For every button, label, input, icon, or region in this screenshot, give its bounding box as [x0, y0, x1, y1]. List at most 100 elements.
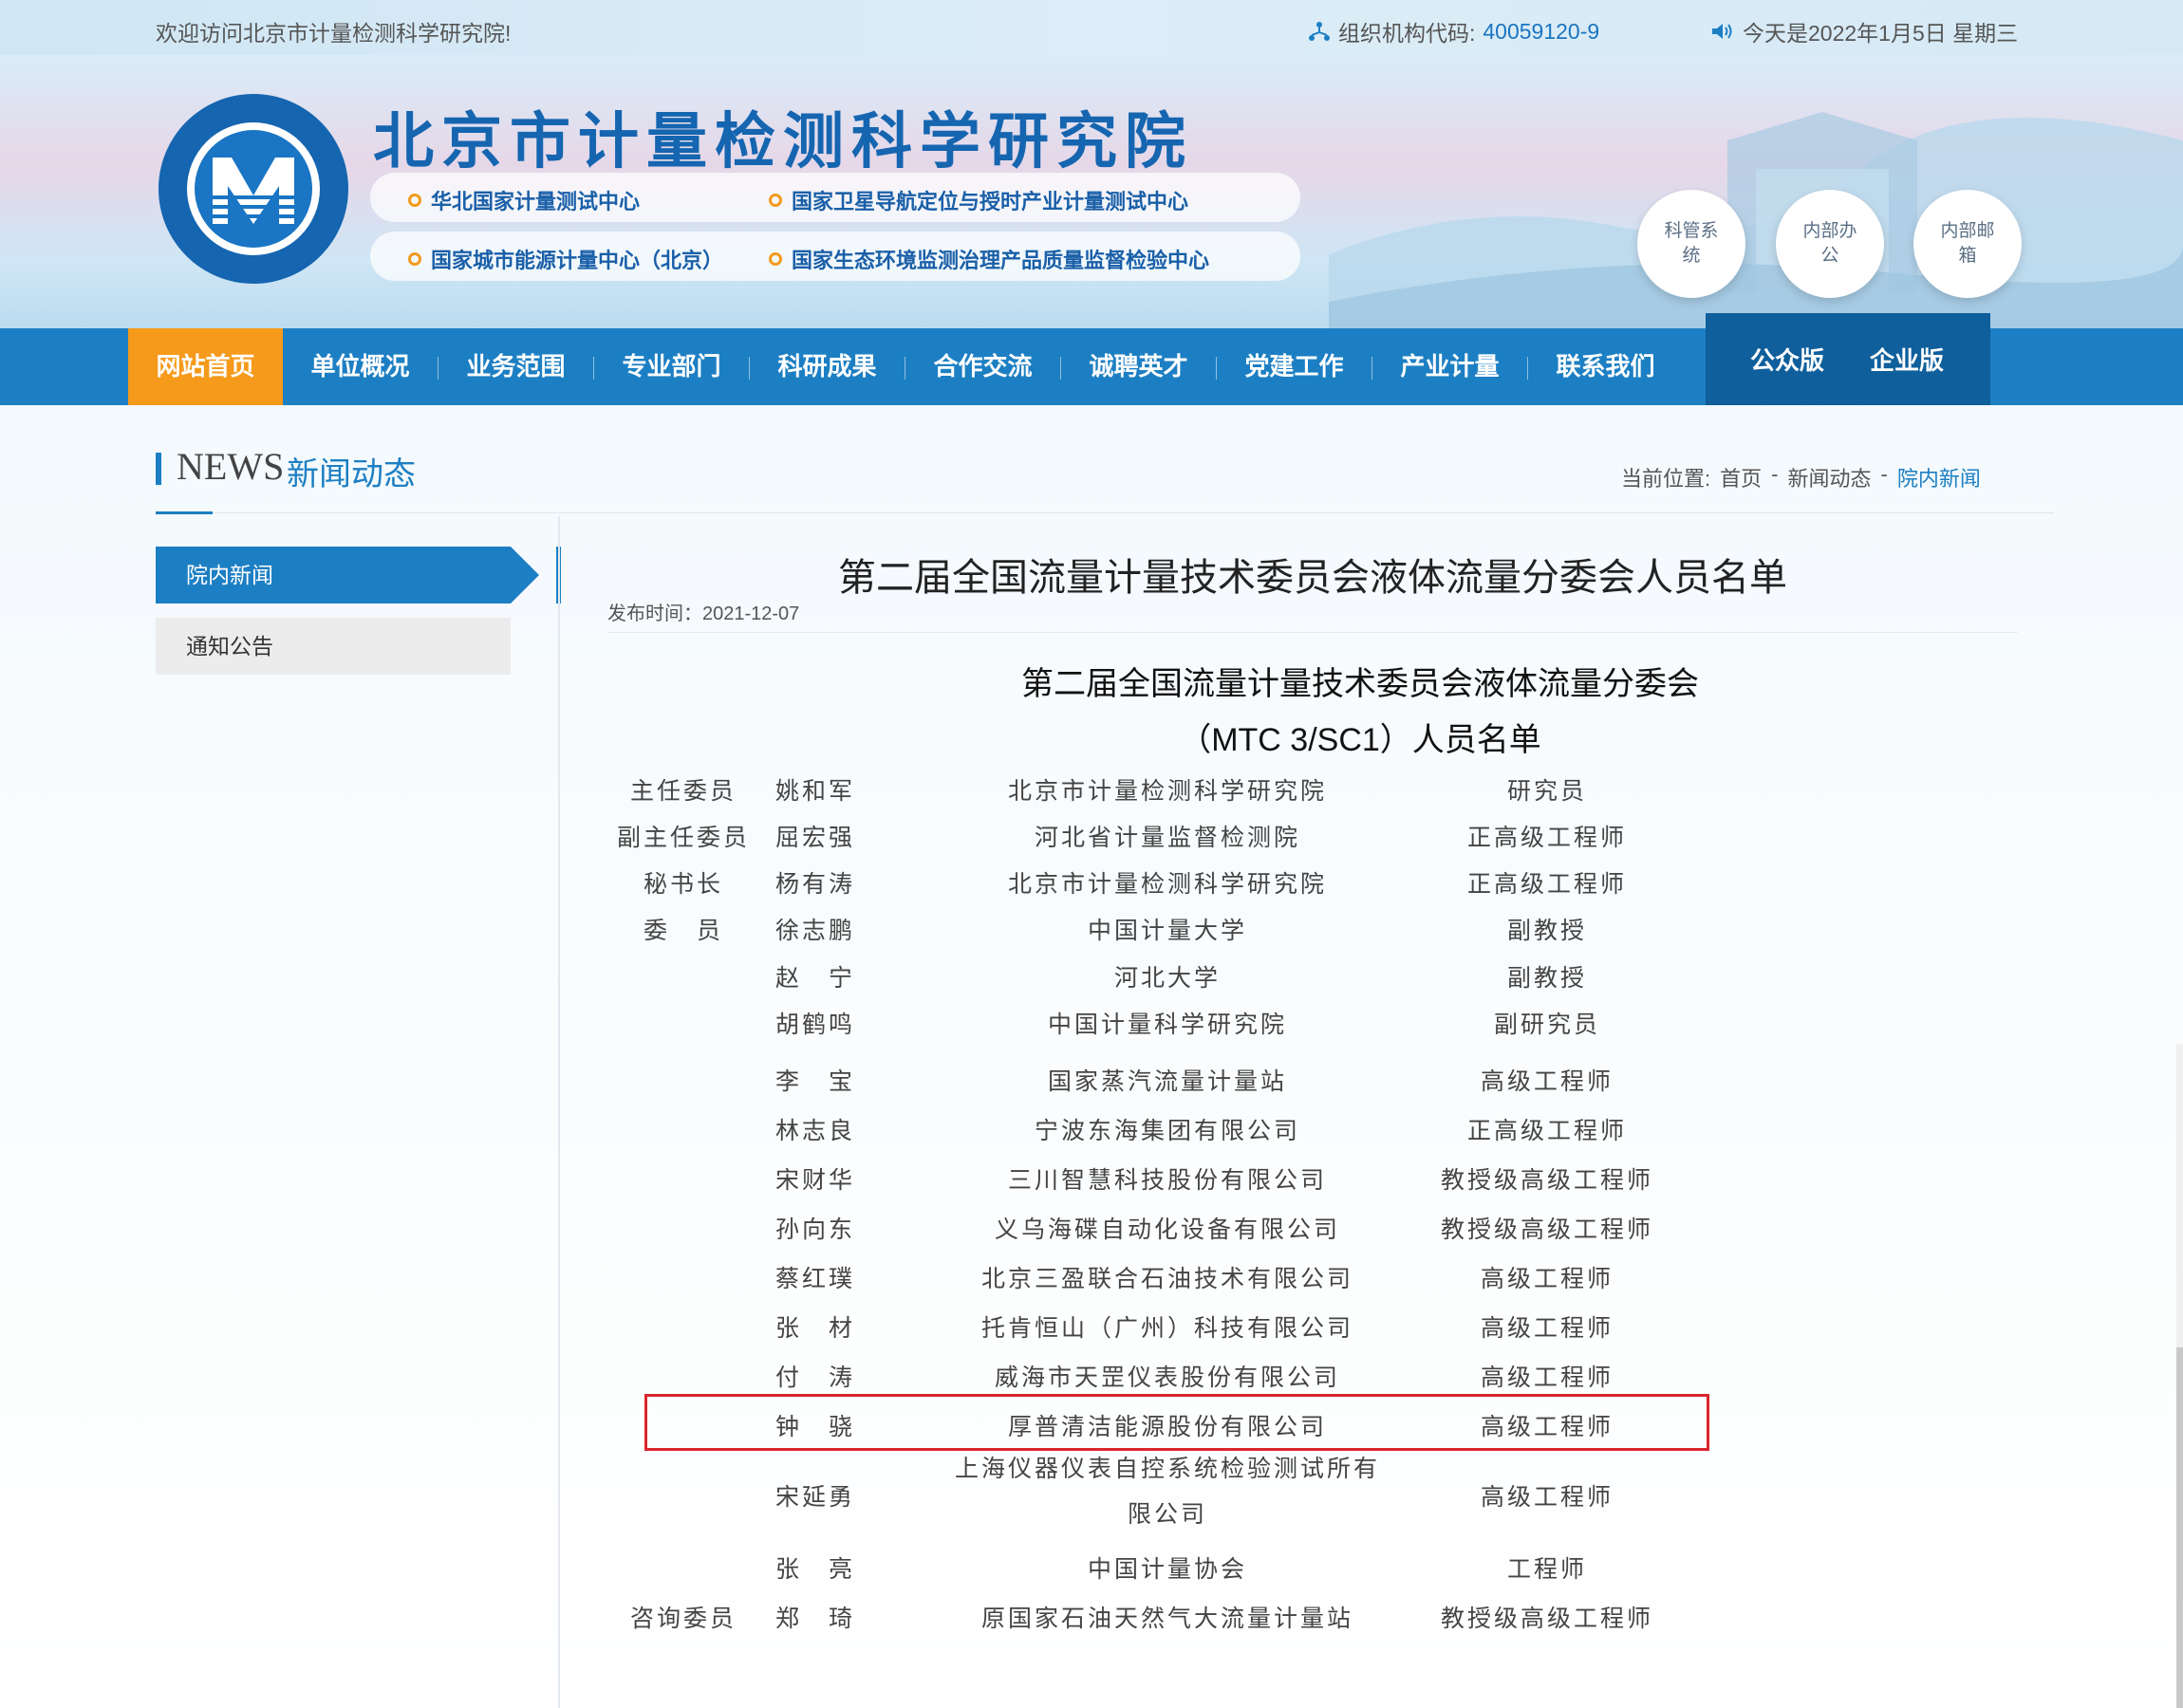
name-cell: 张 材 — [774, 1314, 855, 1342]
breadcrumb-news[interactable]: 新闻动态 — [1787, 462, 1871, 492]
highlighted-row-box — [644, 1394, 1709, 1451]
bullet-icon — [769, 252, 782, 266]
name-cell: 赵 宁 — [774, 964, 855, 992]
page: 欢迎访问北京市计量检测科学研究院! 组织机构代码: 40059120-9 今天是… — [0, 0, 2183, 1708]
center-label: 国家卫星导航定位与授时产业计量测试中心 — [792, 190, 1189, 214]
research-system-button[interactable]: 科管系统 — [1637, 190, 1745, 298]
breadcrumb-separator: - — [1771, 462, 1779, 486]
section-title-cn: 新闻动态 — [287, 456, 416, 492]
nav-research[interactable]: 科研成果 — [750, 328, 905, 405]
title-cell: 教授级高级工程师 — [1440, 1605, 1653, 1632]
role-cell: 委 员 — [643, 917, 723, 944]
title-cell: 高级工程师 — [1480, 1483, 1614, 1511]
nav-business[interactable]: 业务范围 — [438, 328, 593, 405]
welcome-text: 欢迎访问北京市计量检测科学研究院! — [156, 21, 512, 46]
article-heading-line1: 第二届全国流量计量技术委员会液体流量分委会 — [1021, 666, 1699, 702]
breadcrumb-separator: - — [1880, 462, 1888, 486]
sidebar-item-internal-news[interactable]: 院内新闻 — [156, 547, 511, 603]
date-text: 今天是2022年1月5日 星期三 — [1743, 21, 2019, 46]
role-cell: 副主任委员 — [616, 824, 750, 851]
title-cell: 教授级高级工程师 — [1440, 1216, 1653, 1243]
bullet-icon — [408, 194, 421, 207]
internal-office-button[interactable]: 内部办公 — [1776, 190, 1884, 298]
sidebar-item-notices[interactable]: 通知公告 — [156, 618, 511, 675]
name-cell: 李 宝 — [774, 1068, 855, 1095]
section-divider — [156, 512, 2054, 513]
center-item-1: 华北国家计量测试中心 — [408, 185, 640, 215]
org-code-info: 组织机构代码: 40059120-9 — [1308, 15, 1599, 47]
breadcrumb: 当前位置: 首页 - 新闻动态 - 院内新闻 — [1621, 462, 1981, 492]
name-cell: 宋延勇 — [774, 1483, 855, 1511]
title-cell: 副研究员 — [1493, 1011, 1600, 1038]
nav-about[interactable]: 单位概况 — [283, 328, 438, 405]
nav-departments[interactable]: 专业部门 — [594, 328, 749, 405]
center-label: 国家城市能源计量中心（北京） — [431, 249, 724, 272]
article-divider — [607, 632, 2018, 633]
title-cell: 正高级工程师 — [1466, 824, 1627, 851]
enterprise-version-link[interactable]: 企业版 — [1870, 342, 1944, 377]
title-cell: 副教授 — [1506, 964, 1587, 992]
section-accent-bar — [156, 453, 161, 485]
name-cell: 付 涛 — [774, 1364, 855, 1391]
date-info: 今天是2022年1月5日 星期三 — [1710, 15, 2018, 47]
title-cell: 正高级工程师 — [1466, 1117, 1627, 1144]
title-cell: 高级工程师 — [1480, 1068, 1614, 1095]
version-switcher: 公众版 企业版 — [1706, 313, 1990, 405]
site-title: 北京市计量检测科学研究院 — [373, 107, 1193, 177]
sidebar-active-arrow — [511, 547, 539, 603]
role-cell: 秘书长 — [643, 870, 723, 898]
name-cell: 蔡红璞 — [774, 1265, 855, 1292]
name-cell: 胡鹤鸣 — [774, 1011, 855, 1038]
role-cell: 主任委员 — [629, 777, 737, 805]
breadcrumb-label: 当前位置: — [1621, 467, 1711, 491]
name-cell: 姚和军 — [774, 777, 855, 805]
bullet-icon — [408, 252, 421, 266]
breadcrumb-current[interactable]: 院内新闻 — [1897, 462, 1981, 492]
title-cell: 高级工程师 — [1480, 1265, 1614, 1292]
sidebar-divider — [558, 516, 560, 1708]
nav-contact[interactable]: 联系我们 — [1528, 328, 1683, 405]
title-cell: 正高级工程师 — [1466, 870, 1627, 898]
nav-cooperation[interactable]: 合作交流 — [905, 328, 1060, 405]
name-cell: 屈宏强 — [774, 824, 855, 851]
nav-careers[interactable]: 诚聘英才 — [1061, 328, 1216, 405]
top-strip: 欢迎访问北京市计量检测科学研究院! 组织机构代码: 40059120-9 今天是… — [0, 0, 2183, 55]
title-cell: 高级工程师 — [1480, 1314, 1614, 1342]
publish-date: 发布时间：2021-12-07 — [607, 603, 800, 624]
nav-industry[interactable]: 产业计量 — [1372, 328, 1527, 405]
breadcrumb-home[interactable]: 首页 — [1720, 462, 1762, 492]
center-item-2: 国家卫星导航定位与授时产业计量测试中心 — [769, 185, 1188, 215]
name-cell: 杨有涛 — [774, 870, 855, 898]
bullet-icon — [769, 194, 782, 207]
role-cell: 咨询委员 — [629, 1605, 737, 1632]
name-cell: 林志良 — [774, 1117, 855, 1144]
name-cell: 郑 琦 — [774, 1605, 855, 1632]
article-title: 第二届全国流量计量技术委员会液体流量分委会人员名单 — [838, 557, 1787, 599]
center-label: 华北国家计量测试中心 — [431, 190, 641, 214]
header-banner: 北京市计量检测科学研究院 华北国家计量测试中心 国家卫星导航定位与授时产业计量测… — [0, 55, 2183, 328]
institute-logo — [159, 94, 348, 284]
org-structure-icon — [1309, 22, 1330, 41]
title-cell: 副教授 — [1506, 917, 1587, 944]
scrollbar-thumb[interactable] — [2176, 1347, 2183, 1708]
nav-party[interactable]: 党建工作 — [1217, 328, 1371, 405]
research-system-label: 科管系统 — [1664, 221, 1719, 266]
table-row: 宋延勇 上海仪器仪表自控系统检验测试所有 限公司 高级工程师 — [607, 1455, 1651, 1547]
title-cell: 工程师 — [1506, 1555, 1587, 1583]
public-version-link[interactable]: 公众版 — [1750, 342, 1824, 377]
internal-mail-button[interactable]: 内部邮箱 — [1913, 190, 2022, 298]
org-code-label: 组织机构代码: — [1338, 21, 1476, 46]
internal-office-label: 内部办公 — [1802, 221, 1857, 266]
section-divider-accent — [156, 511, 213, 514]
center-label: 国家生态环境监测治理产品质量监督检验中心 — [792, 249, 1210, 272]
name-cell: 宋财华 — [774, 1166, 855, 1194]
great-wall-backdrop — [1329, 112, 2183, 328]
name-cell: 张 亮 — [774, 1555, 855, 1583]
article-heading-line2: （MTC 3/SC1）人员名单 — [1179, 722, 1541, 758]
nav-home[interactable]: 网站首页 — [128, 328, 283, 405]
title-cell: 高级工程师 — [1480, 1364, 1614, 1391]
org-code-value: 40059120-9 — [1483, 18, 1600, 44]
center-item-3: 国家城市能源计量中心（北京） — [408, 244, 723, 274]
internal-mail-label: 内部邮箱 — [1940, 221, 1995, 266]
speaker-icon — [1712, 24, 1732, 39]
